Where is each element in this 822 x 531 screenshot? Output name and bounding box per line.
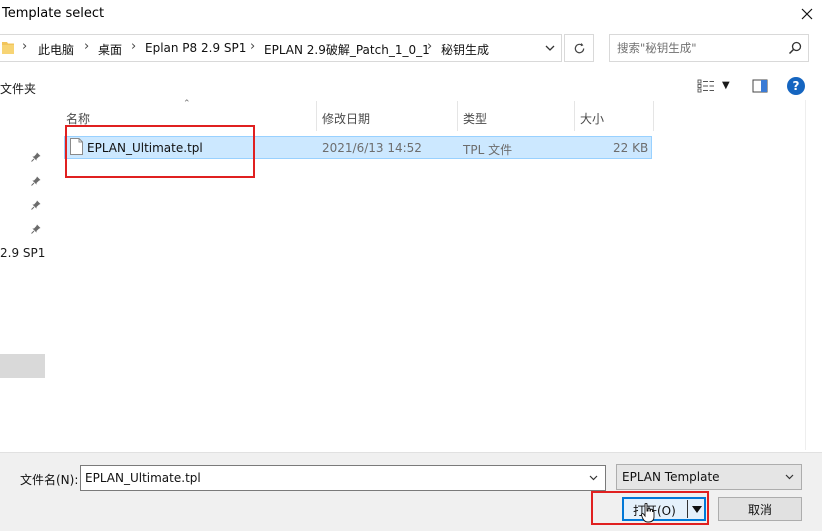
breadcrumb-patch-folder[interactable]: EPLAN 2.9破解_Patch_1_0_1: [264, 41, 430, 58]
column-divider[interactable]: [574, 101, 575, 131]
preview-pane-icon[interactable]: [752, 79, 768, 93]
view-options-icon[interactable]: [697, 79, 715, 93]
breadcrumb-separator: ›: [131, 39, 137, 54]
nav-item-eplan[interactable]: 2.9 SP1: [0, 246, 45, 260]
pin-icon[interactable]: [31, 152, 41, 162]
pin-icon[interactable]: [31, 224, 41, 234]
address-dropdown-button[interactable]: [538, 34, 562, 62]
search-icon: [788, 41, 802, 55]
view-options-dropdown[interactable]: ▼: [722, 80, 730, 91]
chevron-down-icon: [785, 474, 793, 480]
close-button[interactable]: [792, 0, 822, 28]
breadcrumb-separator: ›: [427, 39, 433, 54]
file-type: TPL 文件: [463, 143, 513, 157]
breadcrumb-desktop[interactable]: 桌面: [98, 41, 122, 58]
file-type-dropdown-button[interactable]: [781, 468, 797, 486]
column-header-type[interactable]: 类型: [463, 110, 487, 127]
column-divider[interactable]: [653, 101, 654, 131]
title-bar: [0, 0, 822, 30]
chevron-down-icon: [589, 475, 597, 481]
file-modified: 2021/6/13 14:52: [322, 141, 422, 155]
filename-dropdown-button[interactable]: [583, 467, 603, 489]
file-type-filter-select[interactable]: EPLAN Template: [616, 464, 802, 490]
folder-icon: [2, 42, 14, 54]
file-size: 22 KB: [613, 141, 649, 155]
column-header-modified[interactable]: 修改日期: [322, 110, 370, 127]
search-box[interactable]: [609, 34, 809, 62]
mouse-cursor-icon: [641, 503, 655, 523]
chevron-down-icon: [545, 45, 555, 51]
filename-label: 文件名(N):: [20, 473, 79, 487]
breadcrumb-current-folder[interactable]: 秘钥生成: [441, 41, 489, 58]
refresh-icon: [574, 42, 584, 53]
cancel-button[interactable]: 取消: [718, 497, 802, 521]
window-title: Template select: [2, 6, 105, 21]
file-type-filter-value: EPLAN Template: [622, 470, 720, 484]
column-divider[interactable]: [316, 101, 317, 131]
search-input[interactable]: [617, 40, 777, 56]
new-folder-button[interactable]: 文件夹: [0, 80, 36, 97]
sort-ascending-icon: ⌃: [183, 99, 191, 109]
breadcrumb-eplan-folder[interactable]: Eplan P8 2.9 SP1: [145, 41, 246, 55]
refresh-button[interactable]: [564, 34, 594, 62]
filename-combobox[interactable]: [80, 465, 606, 491]
annotation-highlight-file: [65, 125, 255, 178]
breadcrumb-separator: ›: [250, 39, 256, 54]
nav-item-selected[interactable]: [0, 354, 45, 378]
breadcrumb-this-pc[interactable]: 此电脑: [38, 41, 74, 58]
close-icon: [801, 8, 813, 20]
pin-icon[interactable]: [31, 176, 41, 186]
breadcrumb-separator: ›: [22, 39, 28, 54]
column-header-size[interactable]: 大小: [580, 110, 604, 127]
breadcrumb-separator: ›: [84, 39, 90, 54]
column-divider[interactable]: [457, 101, 458, 131]
help-icon[interactable]: ?: [787, 77, 805, 95]
filename-input[interactable]: [85, 470, 575, 486]
vertical-scrollbar[interactable]: [805, 100, 822, 450]
pin-icon[interactable]: [31, 200, 41, 210]
